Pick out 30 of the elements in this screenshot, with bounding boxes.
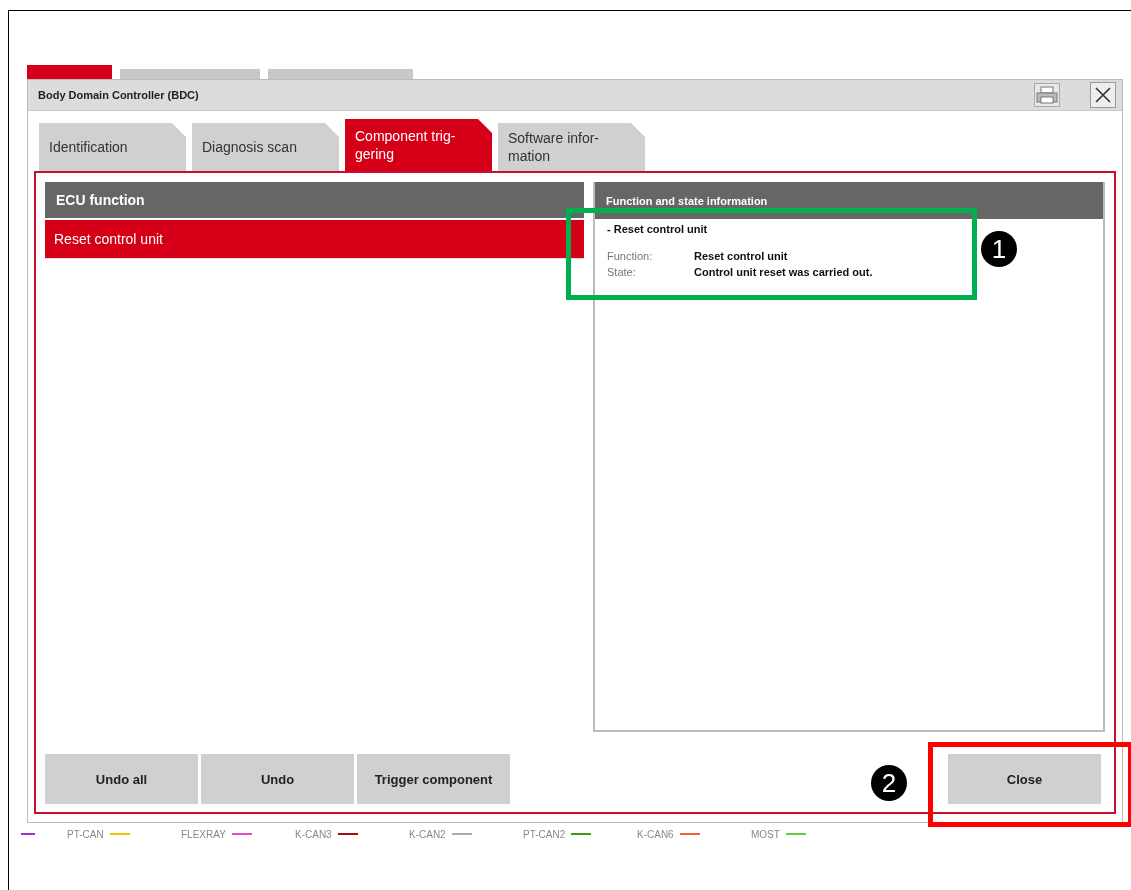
background-tab[interactable] — [27, 65, 112, 79]
action-button[interactable]: Undo all — [45, 754, 198, 804]
background-tab[interactable] — [120, 69, 260, 79]
tab[interactable]: Diagnosis scan — [192, 123, 339, 171]
info-value: Control unit reset was carried out. — [694, 265, 873, 280]
close-button[interactable]: Close — [948, 754, 1101, 804]
close-button[interactable] — [1090, 82, 1116, 108]
panel-header: ECU function — [45, 182, 584, 220]
legend-label: K-CAN6 — [637, 828, 674, 840]
window-title: Body Domain Controller (BDC) — [38, 89, 199, 101]
legend-label: K-CAN3 — [295, 828, 332, 840]
close-icon — [1094, 86, 1112, 104]
tab[interactable]: Software infor- mation — [498, 123, 645, 171]
printer-icon — [1036, 86, 1058, 104]
legend-label: FLEXRAY — [181, 828, 226, 840]
action-button[interactable]: Trigger component — [357, 754, 510, 804]
info-label: State: — [607, 265, 637, 280]
print-button[interactable] — [1034, 83, 1060, 107]
legend-label: PT-CAN2 — [523, 828, 566, 840]
info-label: Function: — [607, 249, 654, 264]
list-item[interactable]: Reset control unit — [45, 220, 584, 259]
background-tab[interactable] — [268, 69, 413, 79]
info-value: Reset control unit — [694, 249, 788, 264]
tab[interactable]: Component trig- gering — [345, 119, 492, 171]
info-title: - Reset control unit — [607, 223, 709, 235]
tab[interactable]: Identification — [39, 123, 186, 171]
action-button[interactable]: Undo — [201, 754, 354, 804]
legend-label: MOST — [751, 828, 780, 840]
legend-label: K-CAN2 — [409, 828, 446, 840]
legend-label: PT-CAN — [67, 828, 104, 840]
